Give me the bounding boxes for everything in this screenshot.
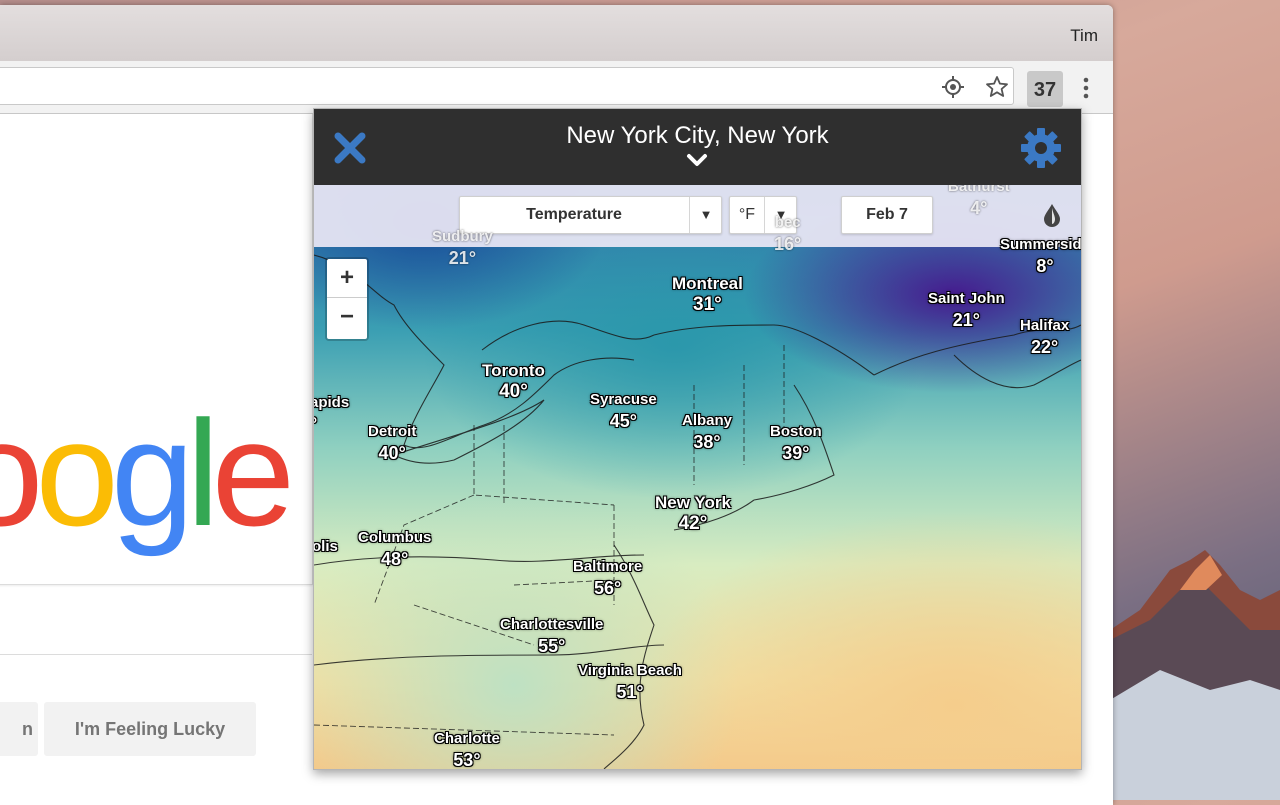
city-label: Detroit 40°: [368, 423, 417, 463]
layer-dropdown-arrow-icon[interactable]: ▼: [689, 197, 722, 233]
map-borders: [314, 254, 1081, 769]
desktop-wallpaper-mountain: [1110, 550, 1280, 800]
city-label: Toronto 40°: [482, 361, 545, 402]
city-label: Sudbury 21°: [432, 228, 493, 268]
popup-header: New York City, New York: [314, 109, 1081, 185]
city-label: Montreal 31°: [672, 274, 743, 315]
gear-icon[interactable]: [1020, 127, 1062, 169]
profile-name[interactable]: Tim: [1070, 26, 1098, 46]
zoom-in-button[interactable]: +: [327, 259, 367, 298]
city-label: Bathurst 4°: [948, 185, 1010, 218]
city-label: Saint John 21°: [928, 290, 1005, 330]
zoom-control: + −: [325, 257, 369, 341]
weather-map[interactable]: Temperature ▼ °F ▼ Feb 7 + − Sudbury 21° …: [314, 185, 1081, 769]
address-bar[interactable]: [0, 67, 1014, 105]
layer-select[interactable]: Temperature ▼: [459, 196, 722, 234]
city-label: Syracuse 45°: [590, 391, 657, 431]
city-label: Baltimore 56°: [573, 558, 643, 598]
weather-popup: New York City, New York Temperature ▼ °F…: [313, 108, 1082, 770]
bookmark-star-icon[interactable]: [985, 75, 1009, 99]
city-label: Charlottesville 55°: [500, 616, 604, 656]
city-label: Virginia Beach 51°: [578, 662, 682, 702]
zoom-out-button[interactable]: −: [327, 298, 367, 336]
city-label: Charlotte 53°: [434, 730, 500, 769]
chrome-menu-icon[interactable]: [1078, 75, 1094, 101]
chevron-down-icon[interactable]: [686, 153, 708, 169]
weather-extension-button[interactable]: 37: [1027, 71, 1063, 107]
city-label: olis: [314, 538, 338, 555]
location-title[interactable]: New York City, New York: [314, 122, 1081, 150]
city-label: Halifax 22°: [1020, 317, 1070, 357]
date-selector[interactable]: Feb 7: [841, 196, 933, 234]
city-label: Albany 38°: [682, 412, 733, 452]
browser-toolbar: 37: [0, 61, 1113, 114]
unit-select-value: °F: [738, 206, 756, 223]
city-label: Summerside8°: [1000, 236, 1081, 276]
search-input[interactable]: [0, 588, 312, 655]
city-label: New York 42°: [655, 493, 731, 534]
city-label: apids°: [314, 394, 350, 434]
google-search-button[interactable]: n: [0, 702, 38, 756]
layer-select-value: Temperature: [526, 206, 622, 223]
city-label: bec 16°: [774, 214, 802, 254]
precipitation-drop-icon[interactable]: [1042, 202, 1062, 228]
feeling-lucky-button[interactable]: I'm Feeling Lucky: [44, 702, 256, 756]
google-logo: oogle: [0, 389, 295, 557]
location-target-icon[interactable]: [941, 75, 965, 99]
city-label: Boston 39°: [770, 423, 822, 463]
title-bar: Tim: [0, 5, 1113, 61]
city-label: Columbus 48°: [358, 529, 432, 569]
